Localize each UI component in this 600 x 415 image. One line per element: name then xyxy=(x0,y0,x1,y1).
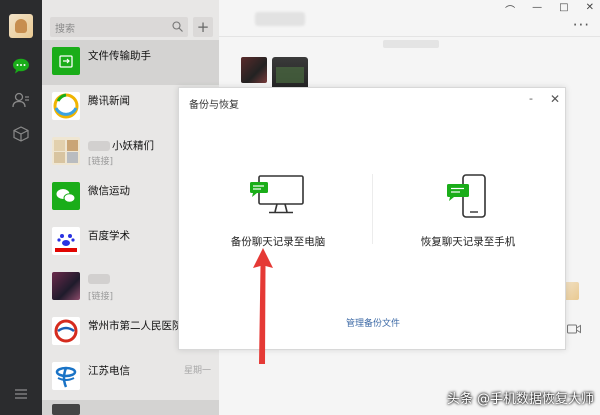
dialog-title: 备份与恢复 xyxy=(189,100,239,111)
restore-to-phone-option[interactable]: 恢复聊天记录至手机 xyxy=(393,172,543,252)
maximize-button[interactable]: □ xyxy=(559,2,568,17)
telecom-logo-icon xyxy=(52,362,80,390)
chat-name: 江苏电信 xyxy=(88,365,130,377)
options-divider xyxy=(372,174,373,244)
file-transfer-icon xyxy=(52,47,80,75)
chat-name: 小妖精们 xyxy=(88,138,154,153)
chat-name xyxy=(88,273,112,285)
conversation-title-redacted xyxy=(255,12,305,26)
more-options-button[interactable]: ··· xyxy=(573,16,590,34)
red-arrow-annotation xyxy=(253,248,273,364)
chat-name: 文件传输助手 xyxy=(88,50,151,62)
backup-to-pc-option[interactable]: 备份聊天记录至电脑 xyxy=(199,172,357,252)
minimize-button[interactable]: — xyxy=(532,2,542,17)
chat-name: 微信运动 xyxy=(88,185,130,197)
tencent-news-logo-icon xyxy=(52,92,80,120)
restore-to-phone-label: 恢复聊天记录至手机 xyxy=(420,236,516,248)
chat-item-file-transfer[interactable]: 文件传输助手 xyxy=(42,40,219,85)
baidu-scholar-logo-icon xyxy=(52,227,80,255)
image-message[interactable] xyxy=(241,57,267,83)
contact-avatar xyxy=(52,272,80,300)
manage-backup-files-link[interactable]: 管理备份文件 xyxy=(179,316,567,329)
menu-icon[interactable] xyxy=(11,384,31,404)
dialog-minimize-button[interactable]: - xyxy=(529,92,533,105)
redacted-name xyxy=(88,274,110,284)
backup-restore-dialog: 备份与恢复 - ✕ 备份聊天记录至电脑 恢复聊天记录至手机 管理备份文件 xyxy=(178,87,566,350)
phone-icon xyxy=(447,174,486,218)
chat-name: 腾讯新闻 xyxy=(88,95,130,107)
watermark: 头条 @手机数据恢复大师 xyxy=(446,392,594,407)
chat-item-telecom[interactable]: 江苏电信 星期一 xyxy=(42,355,219,400)
pin-button[interactable]: ⌒ xyxy=(505,2,515,17)
plus-icon: + xyxy=(196,18,210,36)
chat-bubble-icon[interactable] xyxy=(11,56,31,76)
left-nav-rail xyxy=(0,0,42,415)
header-divider xyxy=(219,36,600,37)
search-input[interactable]: 搜索 xyxy=(50,17,188,37)
search-icon xyxy=(172,21,183,32)
hospital-logo-icon xyxy=(52,317,80,345)
chat-preview: [链接] xyxy=(88,292,114,302)
add-chat-button[interactable]: + xyxy=(193,17,213,37)
contacts-icon[interactable] xyxy=(11,90,31,110)
window-controls: ⌒ — □ ✕ xyxy=(505,2,594,17)
wechat-sport-icon xyxy=(52,182,80,210)
chat-name: 百度学术 xyxy=(88,230,130,242)
chat-time: 星期一 xyxy=(183,366,211,376)
chat-item-partial[interactable] xyxy=(42,400,219,415)
dialog-close-button[interactable]: ✕ xyxy=(550,92,560,106)
group-avatar xyxy=(52,137,80,165)
backup-to-pc-label: 备份聊天记录至电脑 xyxy=(230,236,326,248)
video-call-icon[interactable] xyxy=(567,324,581,334)
search-placeholder: 搜索 xyxy=(55,24,75,35)
chat-preview: [链接] xyxy=(88,157,114,167)
user-avatar[interactable] xyxy=(9,14,33,38)
timestamp-redacted xyxy=(383,40,439,48)
redacted-name xyxy=(88,141,110,151)
computer-icon xyxy=(250,175,304,214)
contact-avatar xyxy=(52,404,80,415)
chat-name: 常州市第二人民医院 xyxy=(88,320,183,332)
collections-cube-icon[interactable] xyxy=(11,124,31,144)
close-button[interactable]: ✕ xyxy=(586,2,594,17)
